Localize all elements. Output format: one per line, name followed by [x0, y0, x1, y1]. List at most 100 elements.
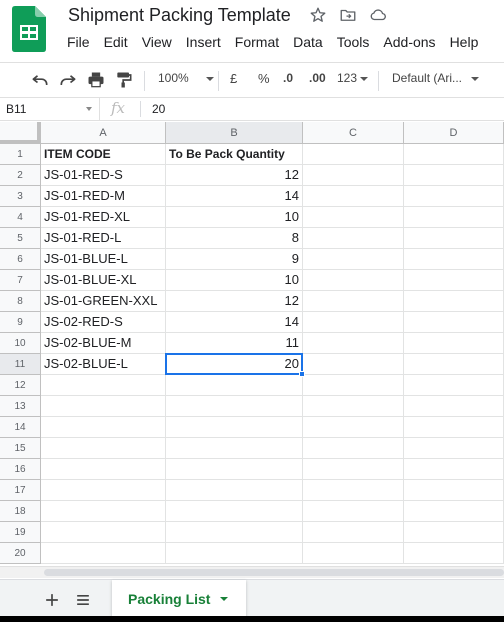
cell-a9[interactable]: JS-02-RED-S — [41, 312, 166, 333]
add-sheet-icon[interactable] — [42, 590, 62, 610]
cell-a16[interactable] — [41, 459, 166, 480]
cell-c16[interactable] — [303, 459, 404, 480]
move-folder-icon[interactable] — [339, 6, 357, 24]
cell-c12[interactable] — [303, 375, 404, 396]
cell-b2[interactable]: 12 — [166, 165, 303, 186]
cell-b11[interactable]: 20 — [166, 354, 303, 375]
menu-help[interactable]: Help — [443, 33, 486, 53]
cell-d14[interactable] — [404, 417, 504, 438]
cell-d7[interactable] — [404, 270, 504, 291]
cell-a3[interactable]: JS-01-RED-M — [41, 186, 166, 207]
cell-c6[interactable] — [303, 249, 404, 270]
column-header-b[interactable]: B — [166, 122, 303, 144]
cell-b18[interactable] — [166, 501, 303, 522]
redo-icon[interactable] — [58, 70, 78, 90]
column-header-d[interactable]: D — [404, 122, 504, 144]
cell-c18[interactable] — [303, 501, 404, 522]
cell-d2[interactable] — [404, 165, 504, 186]
menu-file[interactable]: File — [60, 33, 97, 53]
increase-decimal-button[interactable]: .00 — [309, 71, 326, 85]
sheets-logo-icon[interactable] — [12, 6, 46, 52]
cloud-status-icon[interactable] — [369, 6, 387, 24]
fill-handle[interactable] — [299, 371, 305, 377]
scrollbar-thumb[interactable] — [44, 569, 504, 576]
currency-format-button[interactable]: £ — [230, 71, 237, 86]
cell-d15[interactable] — [404, 438, 504, 459]
menu-edit[interactable]: Edit — [97, 33, 135, 53]
row-header-7[interactable]: 7 — [0, 270, 41, 291]
cell-c3[interactable] — [303, 186, 404, 207]
cell-a13[interactable] — [41, 396, 166, 417]
formula-input[interactable]: 20 — [152, 102, 165, 116]
cell-c8[interactable] — [303, 291, 404, 312]
row-header-8[interactable]: 8 — [0, 291, 41, 312]
row-header-9[interactable]: 9 — [0, 312, 41, 333]
column-header-a[interactable]: A — [41, 122, 166, 144]
row-header-1[interactable]: 1 — [0, 144, 41, 165]
cell-a11[interactable]: JS-02-BLUE-L — [41, 354, 166, 375]
cell-b3[interactable]: 14 — [166, 186, 303, 207]
row-header-2[interactable]: 2 — [0, 165, 41, 186]
cell-d12[interactable] — [404, 375, 504, 396]
menu-format[interactable]: Format — [228, 33, 286, 53]
cell-a20[interactable] — [41, 543, 166, 564]
cell-a14[interactable] — [41, 417, 166, 438]
cell-b5[interactable]: 8 — [166, 228, 303, 249]
cell-a7[interactable]: JS-01-BLUE-XL — [41, 270, 166, 291]
cell-b6[interactable]: 9 — [166, 249, 303, 270]
row-header-18[interactable]: 18 — [0, 501, 41, 522]
percent-format-button[interactable]: % — [258, 71, 270, 86]
cell-a12[interactable] — [41, 375, 166, 396]
row-header-6[interactable]: 6 — [0, 249, 41, 270]
cell-b7[interactable]: 10 — [166, 270, 303, 291]
row-header-19[interactable]: 19 — [0, 522, 41, 543]
cell-a1[interactable]: ITEM CODE — [41, 144, 166, 165]
cell-d8[interactable] — [404, 291, 504, 312]
cell-d13[interactable] — [404, 396, 504, 417]
cell-a6[interactable]: JS-01-BLUE-L — [41, 249, 166, 270]
row-header-17[interactable]: 17 — [0, 480, 41, 501]
cell-d9[interactable] — [404, 312, 504, 333]
cell-a2[interactable]: JS-01-RED-S — [41, 165, 166, 186]
print-icon[interactable] — [86, 70, 106, 90]
cell-d6[interactable] — [404, 249, 504, 270]
document-title[interactable]: Shipment Packing Template — [68, 5, 291, 26]
cell-c11[interactable] — [303, 354, 404, 375]
cell-b14[interactable] — [166, 417, 303, 438]
cell-b1[interactable]: To Be Pack Quantity — [166, 144, 303, 165]
row-header-16[interactable]: 16 — [0, 459, 41, 480]
menu-insert[interactable]: Insert — [179, 33, 228, 53]
cell-a10[interactable]: JS-02-BLUE-M — [41, 333, 166, 354]
cell-c10[interactable] — [303, 333, 404, 354]
cell-c15[interactable] — [303, 438, 404, 459]
sheet-tab-packing-list[interactable]: Packing List — [112, 580, 246, 618]
cell-c17[interactable] — [303, 480, 404, 501]
undo-icon[interactable] — [30, 70, 50, 90]
cell-d11[interactable] — [404, 354, 504, 375]
cell-d10[interactable] — [404, 333, 504, 354]
row-header-10[interactable]: 10 — [0, 333, 41, 354]
cell-d5[interactable] — [404, 228, 504, 249]
cell-c4[interactable] — [303, 207, 404, 228]
cell-c14[interactable] — [303, 417, 404, 438]
cell-b12[interactable] — [166, 375, 303, 396]
cell-c9[interactable] — [303, 312, 404, 333]
decrease-decimal-button[interactable]: .0 — [283, 71, 293, 85]
cell-a5[interactable]: JS-01-RED-L — [41, 228, 166, 249]
cell-b15[interactable] — [166, 438, 303, 459]
cell-b17[interactable] — [166, 480, 303, 501]
row-header-3[interactable]: 3 — [0, 186, 41, 207]
cell-b4[interactable]: 10 — [166, 207, 303, 228]
spreadsheet-grid[interactable]: A B C D 1 ITEM CODE To Be Pack Quantity 2 JS-01-… — [0, 122, 504, 566]
cell-d1[interactable] — [404, 144, 504, 165]
horizontal-scrollbar[interactable] — [0, 566, 504, 578]
cell-d18[interactable] — [404, 501, 504, 522]
cell-a15[interactable] — [41, 438, 166, 459]
menu-view[interactable]: View — [135, 33, 179, 53]
menu-data[interactable]: Data — [286, 33, 330, 53]
cell-c2[interactable] — [303, 165, 404, 186]
cell-d17[interactable] — [404, 480, 504, 501]
cell-a17[interactable] — [41, 480, 166, 501]
cell-b9[interactable]: 14 — [166, 312, 303, 333]
cell-d20[interactable] — [404, 543, 504, 564]
